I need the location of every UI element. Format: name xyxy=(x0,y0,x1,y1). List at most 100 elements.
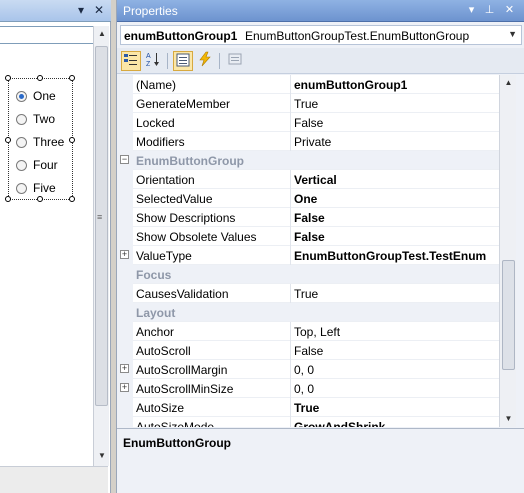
property-grid-scrollbar[interactable]: ▲ ▼ xyxy=(499,75,516,427)
column-divider[interactable] xyxy=(290,417,291,427)
radio-option[interactable]: Four xyxy=(16,156,58,174)
object-selector[interactable]: enumButtonGroup1 EnumButtonGroupTest.Enu… xyxy=(120,25,522,45)
property-row[interactable]: SelectedValue One xyxy=(117,189,499,208)
scroll-thumb[interactable] xyxy=(95,46,108,406)
property-value[interactable]: EnumButtonGroupTest.TestEnum xyxy=(294,249,497,263)
radio-unchecked-icon[interactable] xyxy=(16,113,27,125)
column-divider[interactable] xyxy=(290,379,291,398)
property-value[interactable]: False xyxy=(294,116,497,130)
property-row[interactable]: AutoSizeMode GrowAndShrink xyxy=(117,417,499,427)
property-value[interactable]: 0, 0 xyxy=(294,363,497,377)
property-row[interactable]: GenerateMember True xyxy=(117,94,499,113)
expand-icon[interactable]: + xyxy=(120,383,129,392)
property-value[interactable]: False xyxy=(294,230,497,244)
resize-handle[interactable] xyxy=(37,75,43,81)
scroll-up-icon[interactable]: ▲ xyxy=(96,28,108,40)
resize-handle[interactable] xyxy=(5,196,11,202)
property-category-row[interactable]: Focus xyxy=(117,265,499,284)
property-value[interactable]: False xyxy=(294,344,497,358)
property-name: Show Descriptions xyxy=(136,211,236,225)
column-divider[interactable] xyxy=(290,360,291,379)
resize-handle[interactable] xyxy=(5,75,11,81)
property-value[interactable]: True xyxy=(294,97,497,111)
row-gutter xyxy=(117,208,133,227)
property-value[interactable]: enumButtonGroup1 xyxy=(294,78,497,92)
categorized-icon[interactable] xyxy=(121,51,141,71)
scroll-thumb[interactable] xyxy=(502,260,515,370)
radio-unchecked-icon[interactable] xyxy=(16,182,27,194)
expand-icon[interactable]: + xyxy=(120,250,129,259)
column-divider[interactable] xyxy=(290,398,291,417)
property-row[interactable]: Modifiers Private xyxy=(117,132,499,151)
property-value[interactable]: True xyxy=(294,401,497,415)
radio-option[interactable]: Two xyxy=(16,110,55,128)
property-value[interactable]: One xyxy=(294,192,497,206)
designer-combo[interactable] xyxy=(0,26,108,44)
property-name: Locked xyxy=(136,116,175,130)
property-row[interactable]: + ValueType EnumButtonGroupTest.TestEnum xyxy=(117,246,499,265)
resize-handle[interactable] xyxy=(5,137,11,143)
pin-icon[interactable]: ⊥ xyxy=(483,4,496,17)
column-divider[interactable] xyxy=(290,208,291,227)
alphabetical-icon[interactable]: AZ xyxy=(143,51,163,71)
property-category-row[interactable]: − EnumButtonGroup xyxy=(117,151,499,170)
property-value[interactable]: Top, Left xyxy=(294,325,497,339)
property-value[interactable]: Private xyxy=(294,135,497,149)
scroll-down-icon[interactable]: ▼ xyxy=(503,413,514,425)
chevron-down-icon[interactable]: ▼ xyxy=(508,29,517,39)
dropdown-arrow-icon[interactable]: ▾ xyxy=(74,3,88,17)
scroll-down-icon[interactable]: ▼ xyxy=(96,450,108,462)
radio-option[interactable]: One xyxy=(16,87,56,105)
column-divider[interactable] xyxy=(290,227,291,246)
radio-option[interactable]: Three xyxy=(16,133,64,151)
property-row[interactable]: (Name) enumButtonGroup1 xyxy=(117,75,499,94)
radio-unchecked-icon[interactable] xyxy=(16,136,27,148)
row-gutter xyxy=(117,417,133,427)
column-divider[interactable] xyxy=(290,132,291,151)
radio-unchecked-icon[interactable] xyxy=(16,159,27,171)
scroll-up-icon[interactable]: ▲ xyxy=(503,77,514,89)
property-row[interactable]: + AutoScrollMargin 0, 0 xyxy=(117,360,499,379)
property-pages-icon[interactable] xyxy=(225,51,245,71)
close-icon[interactable]: ✕ xyxy=(92,3,106,17)
property-name: Modifiers xyxy=(136,135,185,149)
radio-option[interactable]: Five xyxy=(16,179,56,197)
column-divider[interactable] xyxy=(290,322,291,341)
property-row[interactable]: AutoScroll False xyxy=(117,341,499,360)
property-row[interactable]: Show Obsolete Values False xyxy=(117,227,499,246)
property-value[interactable]: False xyxy=(294,211,497,225)
column-divider[interactable] xyxy=(290,341,291,360)
column-divider[interactable] xyxy=(290,284,291,303)
row-gutter xyxy=(117,303,133,322)
property-row[interactable]: + AutoScrollMinSize 0, 0 xyxy=(117,379,499,398)
column-divider[interactable] xyxy=(290,246,291,265)
property-value[interactable]: GrowAndShrink xyxy=(294,420,497,427)
property-row[interactable]: Anchor Top, Left xyxy=(117,322,499,341)
column-divider[interactable] xyxy=(290,113,291,132)
property-category-row[interactable]: Layout xyxy=(117,303,499,322)
property-value[interactable]: Vertical xyxy=(294,173,497,187)
property-row[interactable]: AutoSize True xyxy=(117,398,499,417)
close-icon[interactable]: ✕ xyxy=(503,4,516,17)
dropdown-arrow-icon[interactable]: ▾ xyxy=(465,4,478,17)
radio-checked-icon[interactable] xyxy=(16,90,27,102)
property-row[interactable]: Locked False xyxy=(117,113,499,132)
column-divider[interactable] xyxy=(290,189,291,208)
property-value[interactable]: True xyxy=(294,287,497,301)
designer-scrollbar[interactable]: ▲ ≡ ▼ xyxy=(93,26,109,466)
column-divider[interactable] xyxy=(290,94,291,113)
resize-handle[interactable] xyxy=(69,75,75,81)
property-value[interactable]: 0, 0 xyxy=(294,382,497,396)
resize-handle[interactable] xyxy=(69,196,75,202)
enum-button-group-control[interactable]: One Two Three Four Five xyxy=(5,75,75,202)
property-row[interactable]: CausesValidation True xyxy=(117,284,499,303)
events-icon[interactable] xyxy=(195,51,215,71)
properties-icon[interactable] xyxy=(173,51,193,71)
property-row[interactable]: Orientation Vertical xyxy=(117,170,499,189)
collapse-icon[interactable]: − xyxy=(120,155,129,164)
column-divider[interactable] xyxy=(290,75,291,94)
resize-handle[interactable] xyxy=(69,137,75,143)
expand-icon[interactable]: + xyxy=(120,364,129,373)
column-divider[interactable] xyxy=(290,170,291,189)
property-row[interactable]: Show Descriptions False xyxy=(117,208,499,227)
